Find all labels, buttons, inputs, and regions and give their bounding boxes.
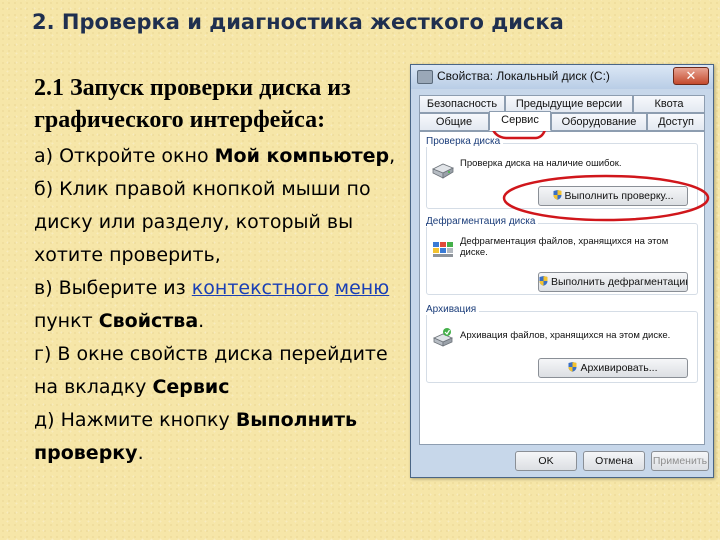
- tab-panel-service: Проверка диска Проверка диска на наличие…: [419, 131, 705, 445]
- step-c-end: .: [198, 310, 205, 332]
- drive-icon: [417, 70, 433, 84]
- group-defrag-title: Дефрагментация диска: [426, 216, 539, 227]
- tab-general[interactable]: Общие: [419, 113, 489, 131]
- step-e-text: д) Нажмите кнопку: [34, 409, 236, 431]
- step-d-bold: Сервис: [152, 376, 230, 398]
- backup-icon: [433, 328, 453, 347]
- step-a-text: а) Откройте окно: [34, 145, 215, 167]
- group-backup: Архивация Архивация файлов, хранящихся н…: [426, 304, 698, 384]
- check-disk-description: Проверка диска на наличие ошибок.: [460, 158, 622, 169]
- uac-shield-icon: [568, 362, 577, 372]
- step-b: б) Клик правой кнопкой мыши по диску или…: [34, 178, 371, 266]
- hard-drive-icon: [432, 163, 454, 179]
- slide-title: 2. Проверка и диагностика жесткого диска: [32, 10, 564, 34]
- apply-button[interactable]: Применить: [651, 451, 709, 471]
- cancel-button[interactable]: Отмена: [583, 451, 645, 471]
- group-defrag: Дефрагментация диска Дефрагментация файл…: [426, 216, 698, 298]
- step-e: д) Нажмите кнопку Выполнить проверку.: [34, 404, 414, 470]
- dialog-titlebar[interactable]: Свойства: Локальный диск (C:) ✕: [411, 65, 713, 89]
- step-c-bold: Свойства: [98, 310, 199, 332]
- run-check-label: Выполнить проверку...: [564, 190, 674, 202]
- step-d: г) В окне свойств диска перейдите на вкл…: [34, 338, 414, 404]
- group-check-disk-title: Проверка диска: [426, 136, 504, 147]
- backup-description: Архивация файлов, хранящихся на этом дис…: [460, 330, 671, 341]
- tab-service[interactable]: Сервис: [489, 111, 551, 131]
- group-backup-title: Архивация: [426, 304, 480, 315]
- tab-hardware[interactable]: Оборудование: [551, 113, 647, 131]
- group-check-disk: Проверка диска Проверка диска на наличие…: [426, 136, 698, 210]
- step-a: а) Откройте окно Мой компьютер,: [34, 140, 414, 173]
- properties-dialog: Свойства: Локальный диск (C:) ✕ Безопасн…: [410, 64, 714, 478]
- dialog-title: Свойства: Локальный диск (C:): [437, 69, 610, 83]
- close-button[interactable]: ✕: [673, 67, 709, 85]
- defrag-description: Дефрагментация файлов, хранящихся на это…: [460, 236, 669, 258]
- step-e-end: .: [137, 442, 144, 464]
- run-defrag-button[interactable]: Выполнить дефрагментацию...: [538, 272, 688, 292]
- step-c-text: в) Выберите из: [34, 277, 192, 299]
- tab-sharing[interactable]: Доступ: [647, 113, 705, 131]
- context-menu-link-2[interactable]: меню: [335, 277, 389, 299]
- run-defrag-label: Выполнить дефрагментацию...: [551, 276, 688, 288]
- step-a-bold: Мой компьютер: [214, 145, 390, 167]
- step-a-end: ,: [389, 145, 396, 167]
- instructions: 2.1 Запуск проверки диска из графическог…: [34, 72, 414, 470]
- backup-label: Архивировать...: [580, 362, 658, 374]
- backup-button[interactable]: Архивировать...: [538, 358, 688, 378]
- step-c: в) Выберите из контекстного меню пункт С…: [34, 272, 414, 338]
- run-check-button[interactable]: Выполнить проверку...: [538, 186, 688, 206]
- uac-shield-icon: [553, 190, 561, 200]
- step-c-text2: пункт: [34, 310, 99, 332]
- uac-shield-icon: [539, 276, 548, 286]
- ok-button[interactable]: OK: [515, 451, 577, 471]
- tab-quota[interactable]: Квота: [633, 95, 705, 113]
- context-menu-link[interactable]: контекстного: [192, 277, 329, 299]
- defrag-icon: [433, 242, 453, 257]
- subheading: 2.1 Запуск проверки диска из графическог…: [34, 75, 351, 133]
